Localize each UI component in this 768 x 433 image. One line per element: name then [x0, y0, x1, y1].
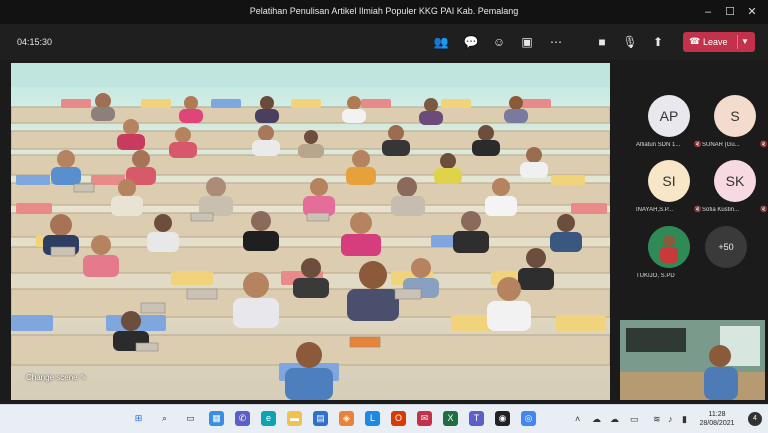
self-view-video[interactable]: [620, 320, 765, 400]
share-icon[interactable]: ⬆: [650, 34, 666, 50]
mic-muted-icon: 🔇: [760, 207, 768, 213]
maximize-icon[interactable]: ☐: [722, 4, 738, 20]
windows-start-icon[interactable]: ⊞: [131, 411, 146, 426]
store-icon[interactable]: ▤: [313, 411, 328, 426]
task-view-icon[interactable]: ▭: [183, 411, 198, 426]
taskbar: ⊞ ⌕ ▭ ▦ ✆ e ▬ ▤ ◈ L O ✉ X T ◉ ◎ ˄ ☁ ☁ ▭ …: [0, 404, 768, 433]
camera-icon[interactable]: ■: [594, 34, 610, 50]
print-icon[interactable]: ▭: [630, 414, 639, 425]
participant-gallery: AP Alfiatun SDN 1... 🔇 S SUNAR (Gu... 🔇 …: [618, 63, 768, 323]
self-view-scene: [620, 320, 765, 400]
l-app-icon[interactable]: L: [365, 411, 380, 426]
avatar: SK: [714, 160, 756, 202]
more-icon[interactable]: ⋯: [548, 34, 564, 50]
classroom-scene: [11, 63, 610, 400]
participant-name: TUKIJO, S.PD: [636, 273, 675, 279]
edge-icon[interactable]: e: [261, 411, 276, 426]
change-scene-button[interactable]: Change scene ✎: [26, 373, 87, 382]
avatar: S: [714, 95, 756, 137]
phone-icon: ☎: [689, 36, 701, 46]
more-participants-button[interactable]: +50: [705, 226, 747, 268]
avatar: [648, 226, 690, 268]
close-icon[interactable]: ✕: [744, 4, 760, 20]
clock-date: 28/08/2021: [699, 420, 735, 427]
avatar: AP: [648, 95, 690, 137]
participant-name: Alfiatun SDN 1...: [636, 142, 681, 148]
participant-name: Sofia Kustin...: [702, 207, 740, 213]
leave-button[interactable]: ☎ Leave ▼: [683, 32, 755, 52]
chevron-up-icon[interactable]: ˄: [575, 414, 580, 424]
volume-icon[interactable]: ♪: [668, 414, 673, 424]
clock[interactable]: 11:28 28/08/2021: [692, 410, 742, 428]
teams-icon[interactable]: T: [469, 411, 484, 426]
pencil-icon: ✎: [79, 373, 87, 382]
rooms-icon[interactable]: ▣: [519, 34, 535, 50]
mic-icon[interactable]: 🎙: [622, 34, 638, 50]
reactions-icon[interactable]: ☺: [491, 34, 507, 50]
together-mode-stage: Change scene ✎: [11, 63, 610, 400]
participant-name: INAYAH,S.P...: [636, 207, 674, 213]
app-icon[interactable]: ◈: [339, 411, 354, 426]
change-scene-label: Change scene: [26, 373, 78, 382]
battery-icon[interactable]: ▮: [682, 414, 687, 425]
title-bar: Pelatihan Penulisan Artikel Ilmiah Popul…: [0, 0, 768, 24]
search-icon[interactable]: ⌕: [157, 411, 172, 426]
meeting-toolbar: 04:15:30 👥 💬 ☺ ▣ ⋯ ■ 🎙 ⬆ ☎ Leave ▼: [0, 24, 768, 60]
widgets-icon[interactable]: ▦: [209, 411, 224, 426]
wifi-icon[interactable]: ≋: [653, 414, 661, 425]
leave-label: Leave: [703, 37, 728, 47]
participant-tile[interactable]: TUKIJO, S.PD: [636, 226, 702, 286]
window-title: Pelatihan Penulisan Artikel Ilmiah Popul…: [249, 6, 519, 16]
meeting-timer: 04:15:30: [17, 37, 53, 47]
chrome-icon[interactable]: ◎: [521, 411, 536, 426]
participant-tile[interactable]: SI INAYAH,S.P... 🔇: [636, 160, 702, 220]
cloud-icon[interactable]: ☁: [610, 414, 619, 425]
participant-name: SUNAR (Gu...: [702, 142, 740, 148]
chat-app-icon[interactable]: ✆: [235, 411, 250, 426]
file-explorer-icon[interactable]: ▬: [287, 411, 302, 426]
profile-photo: [648, 226, 690, 268]
avatar: SI: [648, 160, 690, 202]
office-icon[interactable]: O: [391, 411, 406, 426]
participant-tile[interactable]: SK Sofia Kustin... 🔇: [702, 160, 768, 220]
minimize-icon[interactable]: –: [700, 4, 716, 20]
chat-icon[interactable]: 💬: [463, 34, 479, 50]
camera-app-icon[interactable]: ◉: [495, 411, 510, 426]
people-icon[interactable]: 👥: [433, 34, 449, 50]
mic-muted-icon: 🔇: [760, 142, 768, 148]
chevron-down-icon[interactable]: ▼: [737, 35, 752, 49]
clock-time: 11:28: [708, 411, 726, 418]
participant-tile[interactable]: S SUNAR (Gu... 🔇: [702, 95, 768, 155]
mic-muted-icon: 🔇: [694, 142, 702, 148]
mic-muted-icon: 🔇: [694, 207, 702, 213]
mail-icon[interactable]: ✉: [417, 411, 432, 426]
cloud-icon[interactable]: ☁: [592, 414, 601, 425]
excel-icon[interactable]: X: [443, 411, 458, 426]
notification-badge[interactable]: 4: [748, 412, 762, 426]
participant-tile[interactable]: AP Alfiatun SDN 1... 🔇: [636, 95, 702, 155]
